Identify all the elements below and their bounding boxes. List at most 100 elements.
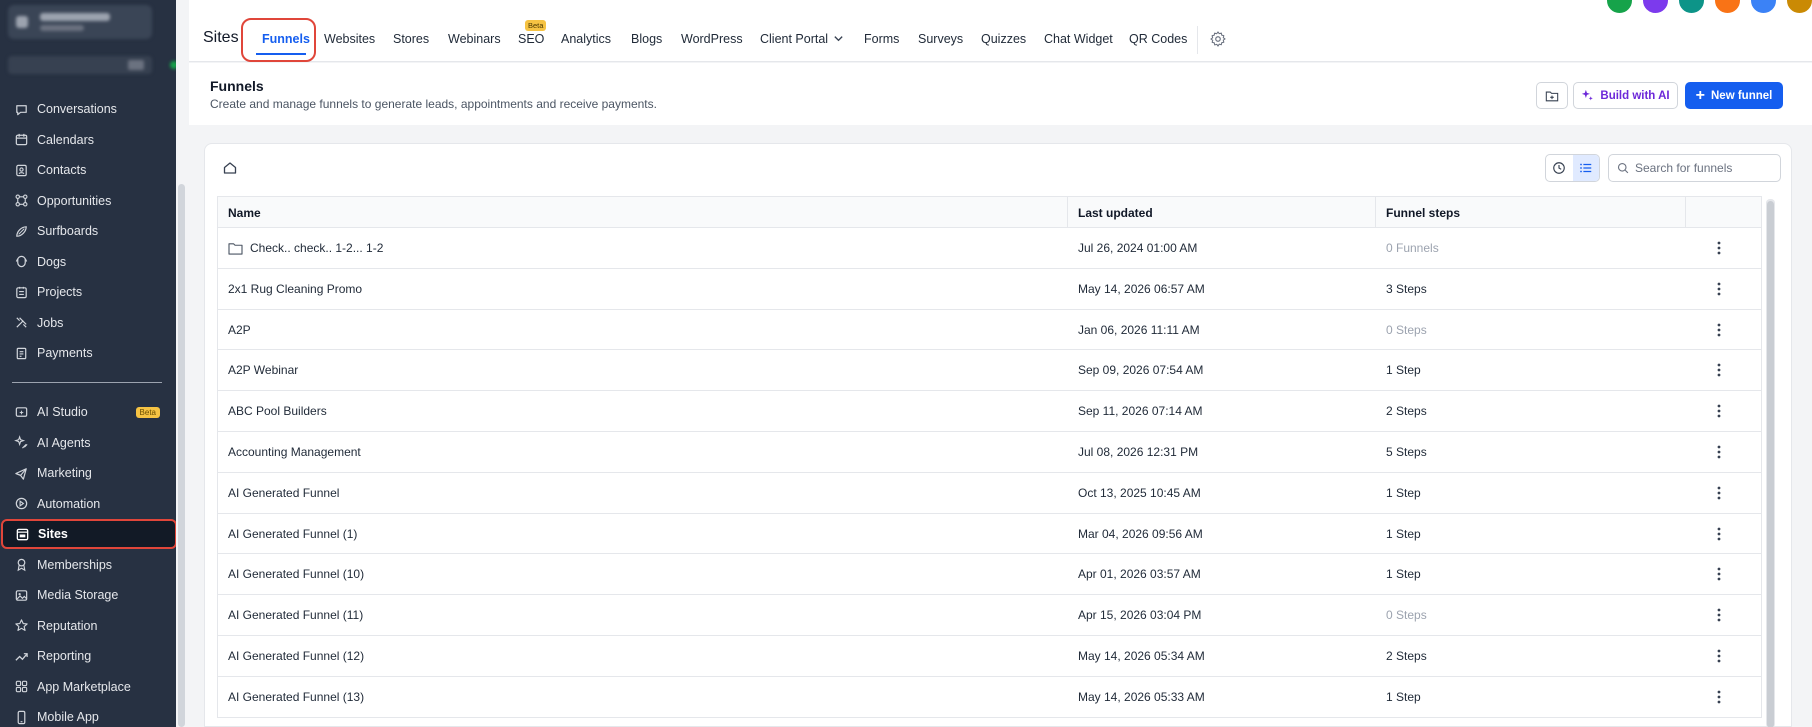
more-options-icon[interactable] [1711,281,1727,297]
funnel-name[interactable]: A2P Webinar [228,363,298,377]
new-folder-button[interactable] [1536,82,1568,109]
sidebar-item-opportunities[interactable]: Opportunities [4,187,172,215]
funnel-name[interactable]: Check.. check.. 1-2... 1-2 [250,241,383,255]
search-input[interactable] [1635,161,1765,175]
table-row[interactable]: A2P Jan 06, 2026 11:11 AM 0 Steps [218,310,1761,351]
funnel-name[interactable]: ABC Pool Builders [228,404,327,418]
table-row[interactable]: AI Generated Funnel Oct 13, 2025 10:45 AM… [218,473,1761,514]
tab-client-portal[interactable]: Client Portal [760,32,828,46]
sidebar-item-automation[interactable]: Automation [4,490,172,518]
sidebar-item-reputation[interactable]: Reputation [4,612,172,640]
tab-blogs[interactable]: Blogs [631,32,662,46]
more-options-icon[interactable] [1711,526,1727,542]
funnel-name[interactable]: AI Generated Funnel [228,486,339,500]
table-scrollbar[interactable] [1766,199,1775,727]
sidebar-item-app-marketplace[interactable]: App Marketplace [4,673,172,701]
tab-wordpress[interactable]: WordPress [681,32,743,46]
tab-quizzes[interactable]: Quizzes [981,32,1026,46]
more-options-icon[interactable] [1711,485,1727,501]
sidebar-item-conversations[interactable]: Conversations [4,95,172,123]
table-row[interactable]: AI Generated Funnel (1) Mar 04, 2026 09:5… [218,514,1761,555]
sidebar-item-marketing[interactable]: Marketing [4,459,172,487]
column-header-name[interactable]: Name [218,197,1068,228]
sidebar-item-label: Media Storage [37,588,119,602]
table-row[interactable]: Check.. check.. 1-2... 1-2 Jul 26, 2024 0… [218,228,1761,269]
sidebar-item-ai-studio[interactable]: AI Studio Beta [4,398,172,426]
sidebar-item-dogs[interactable]: Dogs [4,248,172,276]
sidebar-item-label: Jobs [37,315,64,330]
avatar[interactable] [1785,0,1812,15]
sidebar-item-label: Dogs [37,254,67,269]
sidebar-item-media-storage[interactable]: Media Storage [4,581,172,609]
cell-last-updated: May 14, 2026 05:33 AM [1078,689,1205,704]
avatar[interactable] [1605,0,1634,15]
sidebar-search[interactable] [8,56,178,74]
tab-funnels[interactable]: Funnels [262,32,310,46]
funnel-name[interactable]: A2P [228,323,251,337]
chevron-down-icon[interactable] [833,33,844,44]
more-options-icon[interactable] [1711,689,1727,705]
avatar[interactable] [1749,0,1778,15]
contacts-icon [13,162,29,178]
sidebar-item-memberships[interactable]: Memberships [4,551,172,579]
funnel-name[interactable]: AI Generated Funnel (11) [228,608,363,622]
sidebar-item-calendars[interactable]: Calendars [4,126,172,154]
sidebar-item-surfboards[interactable]: Surfboards [4,217,172,245]
tab-analytics[interactable]: Analytics [561,32,611,46]
table-row[interactable]: AI Generated Funnel (12) May 14, 2026 05:… [218,636,1761,677]
sidebar-item-reporting[interactable]: Reporting [4,642,172,670]
avatar[interactable] [1641,0,1670,15]
account-switcher[interactable] [8,5,152,39]
list-view-button[interactable] [1572,155,1599,181]
sidebar-item-sites[interactable]: Sites [1,519,177,549]
more-options-icon[interactable] [1711,607,1727,623]
active-tab-underline [256,53,306,55]
more-options-icon[interactable] [1711,403,1727,419]
table-row[interactable]: Accounting Management Jul 08, 2026 12:31 … [218,432,1761,473]
table-scrollbar-thumb[interactable] [1767,201,1774,727]
tab-chat-widget[interactable]: Chat Widget [1044,32,1113,46]
more-options-icon[interactable] [1711,648,1727,664]
more-options-icon[interactable] [1711,566,1727,582]
sidebar-item-projects[interactable]: Projects [4,278,172,306]
more-options-icon[interactable] [1711,444,1727,460]
avatar[interactable] [1713,0,1742,15]
funnel-name[interactable]: AI Generated Funnel (12) [228,649,364,663]
avatar[interactable] [1677,0,1706,15]
table-row[interactable]: AI Generated Funnel (13) May 14, 2026 05:… [218,677,1761,718]
funnel-name[interactable]: AI Generated Funnel (1) [228,527,357,541]
funnel-name[interactable]: AI Generated Funnel (13) [228,690,364,704]
build-with-ai-button[interactable]: Build with AI [1573,82,1678,109]
tab-websites[interactable]: Websites [324,32,375,46]
tab-surveys[interactable]: Surveys [918,32,963,46]
cell-funnel-steps: 3 Steps [1386,281,1427,296]
home-icon[interactable] [222,160,238,176]
tab-webinars[interactable]: Webinars [448,32,501,46]
funnel-name[interactable]: Accounting Management [228,445,361,459]
tab-seo[interactable]: SEO [518,32,544,46]
table-row[interactable]: 2x1 Rug Cleaning Promo May 14, 2026 06:57… [218,269,1761,310]
table-row[interactable]: A2P Webinar Sep 09, 2026 07:54 AM 1 Step [218,350,1761,392]
sidebar-item-contacts[interactable]: Contacts [4,156,172,184]
sidebar-item-jobs[interactable]: Jobs [4,309,172,337]
more-options-icon[interactable] [1711,240,1727,256]
funnel-name[interactable]: 2x1 Rug Cleaning Promo [228,282,362,296]
tab-qr-codes[interactable]: QR Codes [1129,32,1187,46]
new-funnel-button[interactable]: + New funnel [1685,82,1783,109]
sidebar-item-payments[interactable]: Payments [4,339,172,367]
tab-stores[interactable]: Stores [393,32,429,46]
recent-view-button[interactable] [1546,155,1573,181]
sidebar-item-ai-agents[interactable]: AI Agents [4,429,172,457]
tab-forms[interactable]: Forms [864,32,899,46]
column-header-last-updated[interactable]: Last updated [1068,197,1376,228]
gear-icon[interactable] [1209,30,1227,48]
column-header-funnel-steps[interactable]: Funnel steps [1376,197,1686,228]
table-row[interactable]: AI Generated Funnel (10) Apr 01, 2026 03:… [218,554,1761,596]
more-options-icon[interactable] [1711,362,1727,378]
sidebar-scrollbar[interactable] [178,184,185,727]
table-row[interactable]: ABC Pool Builders Sep 11, 2026 07:14 AM 2 … [218,391,1761,432]
more-options-icon[interactable] [1711,322,1727,338]
funnel-name[interactable]: AI Generated Funnel (10) [228,567,364,581]
sidebar-item-mobile-app[interactable]: Mobile App [4,703,172,727]
table-row[interactable]: AI Generated Funnel (11) Apr 15, 2026 03:… [218,595,1761,636]
